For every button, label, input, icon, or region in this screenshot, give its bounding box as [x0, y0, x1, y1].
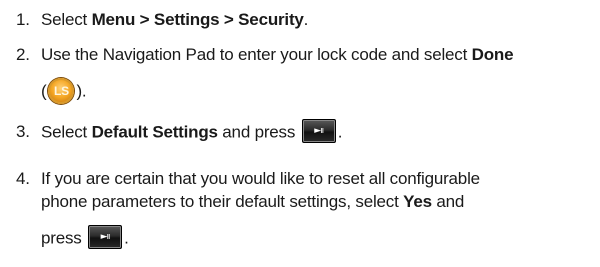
step-text-continued: press ►ıı.	[41, 225, 129, 251]
step-text: Select Default Settings and press ►ıı.	[41, 119, 343, 145]
step-text-plain: and	[431, 192, 465, 211]
step-text-plain: phone parameters to their default settin…	[41, 192, 404, 211]
step-text-plain: Use the Navigation Pad to enter your loc…	[41, 45, 472, 64]
step-text-plain: Select	[41, 10, 92, 29]
menu-path-label: Menu > Settings > Security	[91, 10, 304, 29]
step-number: 1.	[16, 10, 30, 29]
step-text: Select Menu > Settings > Security.	[41, 9, 308, 30]
play-pause-key-icon: ►ıı	[88, 225, 123, 249]
step-number: 2.	[16, 45, 30, 64]
step-text-plain: ).	[76, 81, 87, 101]
step-text: If you are certain that you would like t…	[41, 168, 480, 189]
ls-lock-key-icon: LS	[43, 75, 78, 107]
key-icon-label: ►ıı	[314, 126, 324, 136]
step-text-plain: .	[124, 228, 129, 248]
done-label: Done	[471, 45, 514, 64]
step-text-plain: Select	[41, 122, 92, 142]
step-text-plain: and press	[217, 122, 300, 142]
step-number: 4.	[16, 169, 30, 188]
step-text: Use the Navigation Pad to enter your loc…	[41, 44, 514, 65]
ls-icon-label: LS	[54, 84, 69, 98]
default-settings-label: Default Settings	[91, 122, 218, 142]
yes-label: Yes	[403, 192, 432, 211]
play-pause-key-icon: ►ıı	[301, 119, 336, 143]
step-text-plain: press	[41, 228, 87, 248]
step-text-plain: .	[303, 10, 309, 29]
step-text-plain: If you are certain that you would like t…	[41, 169, 480, 188]
step-text-plain: .	[337, 122, 343, 142]
step-number: 3.	[16, 122, 30, 141]
step-text-plain: (	[41, 81, 47, 101]
key-icon-label: ►ıı	[100, 232, 111, 242]
step-text-continued: ( LS).	[41, 75, 87, 107]
step-text-continued: phone parameters to their default settin…	[41, 191, 464, 212]
